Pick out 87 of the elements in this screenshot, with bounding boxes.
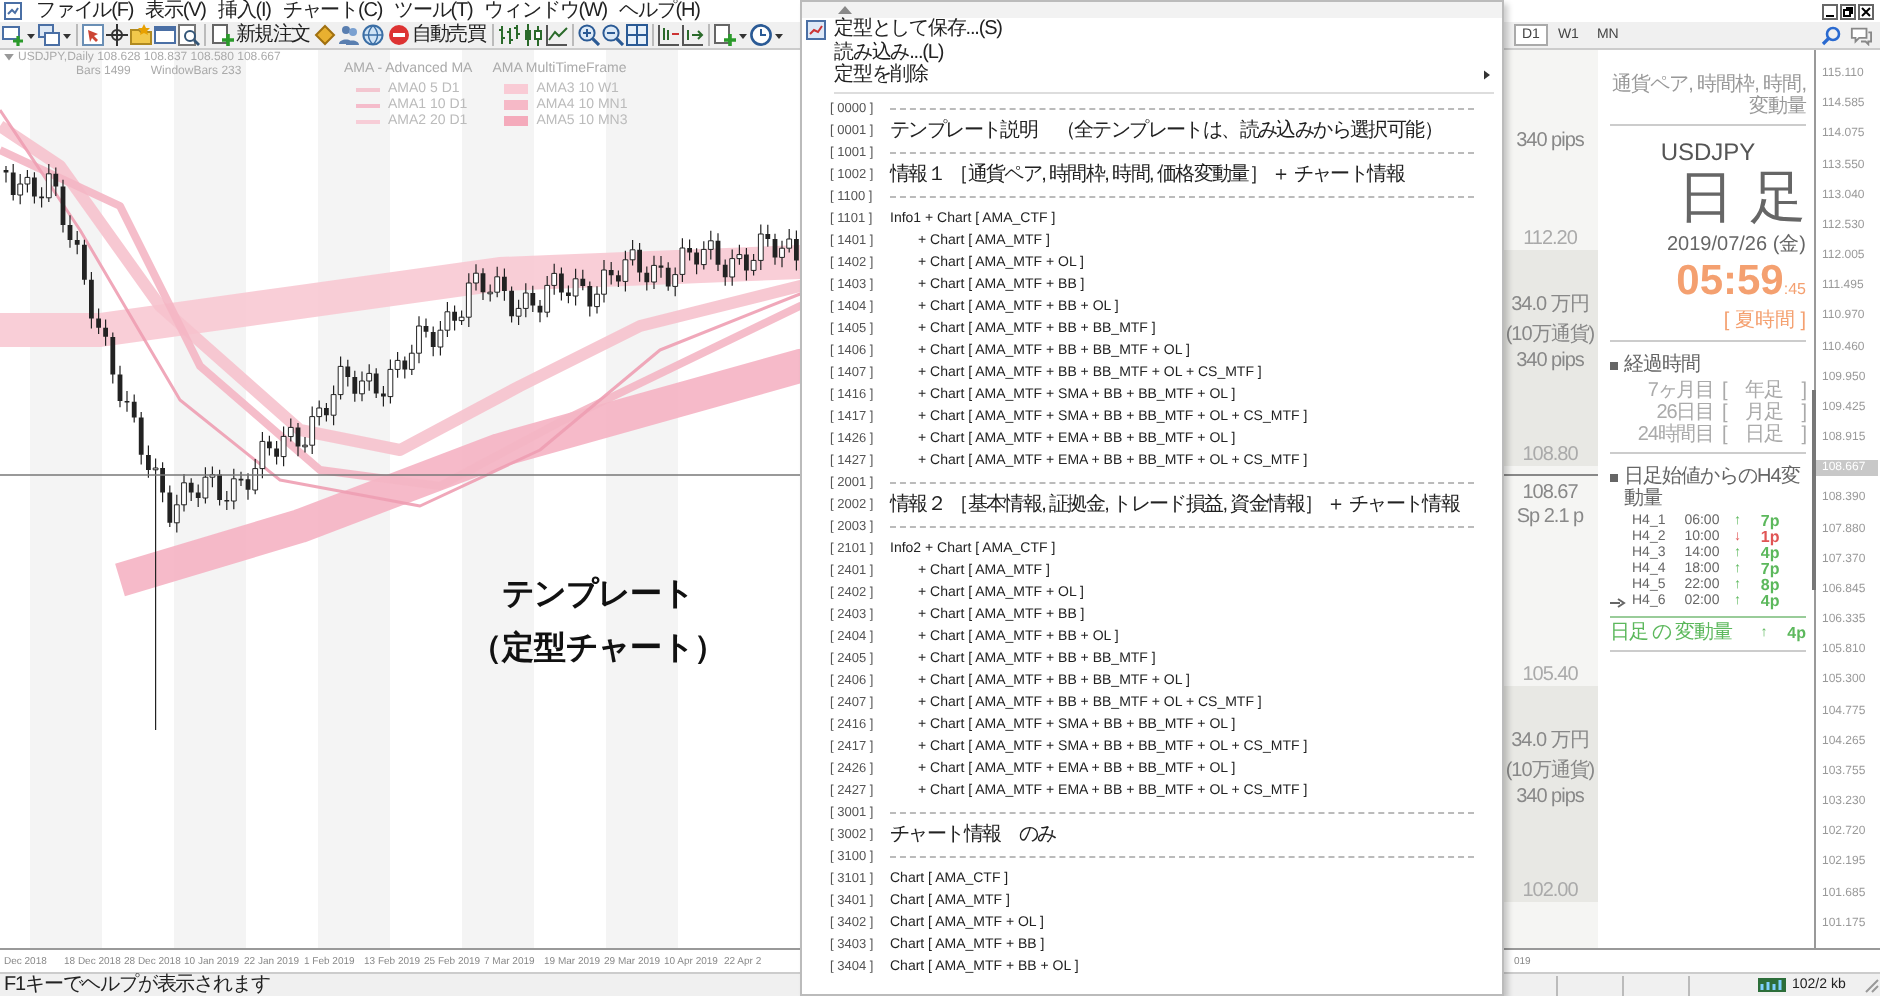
chart-arrow-icon[interactable] — [681, 24, 704, 46]
menu-item[interactable]: 挿入(I) — [211, 0, 277, 22]
level-label: 340 pips — [1516, 786, 1584, 808]
elapsed-count: 26日目 — [1656, 402, 1715, 424]
elapsed-timeframe: [ 月足 ] — [1722, 402, 1806, 424]
caret-icon[interactable] — [773, 31, 784, 39]
move-value: 4p — [1758, 594, 1780, 610]
level-label: 34.0 万円 — [1511, 292, 1589, 318]
seconds-text: :45 — [1783, 280, 1806, 298]
window-icon[interactable] — [154, 24, 176, 46]
people-icon[interactable] — [337, 24, 360, 46]
grid-icon[interactable] — [625, 24, 648, 46]
level-label: 34.0 万円 — [1511, 728, 1589, 754]
date-text: 2019/07/26 (金) — [1665, 232, 1806, 258]
line-chart-icon[interactable] — [545, 24, 568, 46]
crosshair-icon[interactable] — [106, 24, 128, 46]
total-label: 日足 の 変動量 — [1610, 622, 1734, 644]
level-label: Sp 2.1 p — [1516, 506, 1584, 528]
toolbar-button[interactable]: 自動売買 — [385, 22, 488, 48]
chart-shift-icon[interactable] — [657, 24, 680, 46]
caret-icon[interactable] — [62, 31, 72, 39]
zoom-out-icon[interactable] — [601, 24, 624, 46]
search-icon[interactable] — [1820, 25, 1842, 45]
move-value: 7p — [1758, 514, 1780, 530]
move-value: 4p — [1758, 546, 1780, 562]
scroll-bar[interactable] — [1812, 390, 1816, 590]
move-value: 7p — [1758, 562, 1780, 578]
toolbar-button[interactable]: 新規注文 — [210, 22, 312, 48]
menu-item[interactable]: ツール(T) — [388, 0, 479, 22]
document-plus-icon[interactable] — [713, 24, 736, 46]
time-text: 05:59 — [1676, 258, 1784, 306]
chart-plus-icon[interactable] — [2, 24, 24, 46]
restore-icon[interactable] — [1840, 3, 1856, 19]
collapse-arrow-icon[interactable] — [4, 54, 14, 62]
bar-chart-icon[interactable] — [497, 24, 520, 46]
elapsed-timeframe: [ 日足 ] — [1722, 424, 1806, 446]
level-label: 112.20 — [1523, 228, 1577, 250]
menu-item[interactable]: 読み込み...(L) — [802, 41, 1502, 64]
level-label: 340 pips — [1516, 130, 1584, 152]
bullet-icon — [1610, 362, 1618, 370]
level-label: 108.67 — [1522, 482, 1578, 504]
dst-label: [ 夏時間 ] — [1721, 307, 1806, 334]
app-icon[interactable] — [4, 2, 22, 20]
template-save-icon — [806, 19, 826, 40]
menu-item[interactable]: ウィンドウ(W) — [478, 0, 614, 22]
overlay-caption: テンプレート — [502, 574, 694, 616]
move-value: 1p — [1758, 530, 1780, 546]
connection-bars-icon — [1758, 978, 1786, 992]
elapsed-timeframe: [ 年足 ] — [1722, 380, 1806, 402]
caret-icon[interactable] — [26, 31, 36, 39]
menu-item[interactable]: 定型として保存...(S) — [802, 18, 1502, 41]
bullet-icon — [1610, 474, 1618, 482]
move-value: 4p — [1785, 625, 1806, 641]
chart-cursor-icon[interactable] — [82, 24, 104, 46]
candlestick-icon[interactable] — [521, 24, 544, 46]
level-label: 340 pips — [1516, 350, 1584, 372]
overlay-caption: （定型チャート） — [470, 628, 726, 670]
folder-star-icon[interactable] — [130, 24, 152, 46]
level-label: (10万通貨) — [1505, 757, 1595, 784]
zoom-in-icon[interactable] — [577, 24, 600, 46]
panel-caption: 通貨ペア, 時間枠, 時間, 変動量 — [1610, 74, 1806, 118]
level-label: 108.80 — [1522, 444, 1578, 466]
move-value: 8p — [1758, 578, 1780, 594]
scroll-up-icon[interactable] — [838, 6, 852, 14]
close-icon[interactable] — [1858, 3, 1874, 19]
menu-item[interactable]: 表示(V) — [139, 0, 212, 22]
minimize-icon[interactable] — [1822, 3, 1838, 19]
menu-item[interactable]: ファイル(F) — [30, 0, 140, 22]
page-magnifier-icon[interactable] — [178, 24, 200, 46]
status-text: F1キーでヘルプが表示されます — [2, 974, 270, 996]
window-stack-icon[interactable] — [38, 24, 60, 46]
level-label: 105.40 — [1522, 664, 1578, 686]
elapsed-count: 24時間目 — [1637, 424, 1715, 446]
globe-icon[interactable] — [361, 24, 384, 46]
level-label: 102.00 — [1522, 880, 1578, 902]
symbol-label: USDJPY — [1658, 138, 1758, 166]
timeframe-label: 日 足 — [1676, 166, 1806, 230]
section-heading: 日足始値からのH4変動量 — [1624, 466, 1803, 510]
menu-item[interactable]: 定型を削除 — [802, 64, 1502, 87]
resize-grip-icon[interactable] — [1864, 977, 1880, 993]
caret-icon[interactable] — [737, 31, 748, 39]
level-label: (10万通貨) — [1505, 321, 1595, 348]
clock-icon[interactable] — [749, 24, 772, 46]
elapsed-count: 7ヶ月目 — [1647, 380, 1715, 402]
section-heading: 経過時間 — [1624, 354, 1700, 376]
submenu-arrow-icon — [1484, 70, 1490, 81]
menu-item[interactable]: チャート(C) — [276, 0, 389, 22]
